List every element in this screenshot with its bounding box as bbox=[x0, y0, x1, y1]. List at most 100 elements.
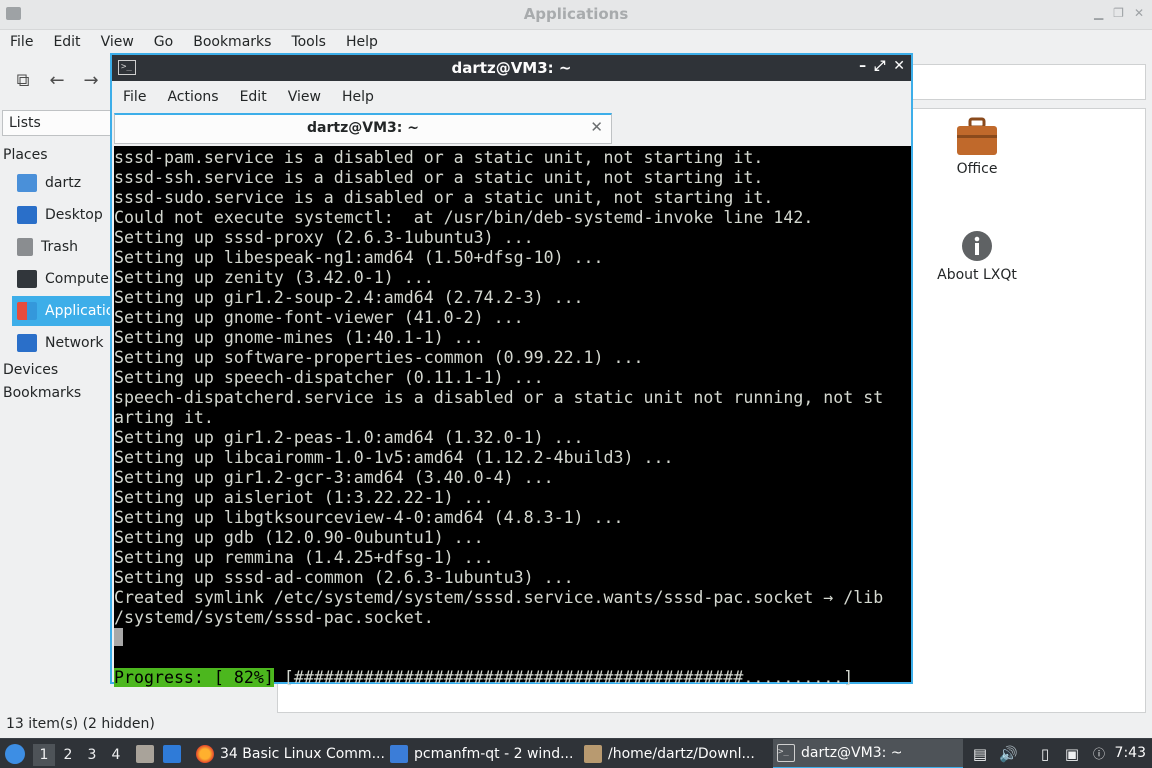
sidebar-item-label: Desktop bbox=[45, 207, 103, 223]
back-icon[interactable]: ← bbox=[46, 70, 68, 92]
start-menu-icon[interactable] bbox=[5, 744, 25, 764]
app-item-about-lxqt[interactable]: About LXQt bbox=[917, 229, 1037, 283]
terminal-window-title: dartz@VM3: ~ bbox=[451, 59, 572, 77]
maximize-icon[interactable]: ❐ bbox=[1113, 6, 1124, 20]
status-bar: 13 item(s) (2 hidden) bbox=[6, 716, 155, 732]
workspace-2[interactable]: 2 bbox=[57, 744, 79, 766]
computer-icon bbox=[17, 270, 37, 288]
notification-icon[interactable]: ⓘ bbox=[1090, 745, 1108, 763]
terminal-line: Setting up sssd-ad-common (2.6.3-1ubuntu… bbox=[114, 568, 574, 587]
terminal-line: Setting up libgtksourceview-4-0:amd64 (4… bbox=[114, 508, 624, 527]
clipboard-tray-icon[interactable]: ▤ bbox=[971, 745, 989, 763]
terminal-tab[interactable]: dartz@VM3: ~ ✕ bbox=[114, 113, 612, 144]
terminal-line: Setting up gnome-font-viewer (41.0-2) ..… bbox=[114, 308, 524, 327]
minimize-icon[interactable]: ▁ bbox=[1094, 6, 1103, 20]
volume-icon[interactable]: 🔊 bbox=[999, 745, 1018, 763]
minimize-icon[interactable]: – bbox=[859, 58, 866, 74]
fm-sidebar: Lists Places dartz Desktop Trash Compute… bbox=[0, 108, 112, 708]
terminal-line: sssd-pam.service is a disabled or a stat… bbox=[114, 148, 764, 167]
trash-icon bbox=[17, 238, 33, 256]
task-label: pcmanfm-qt - 2 wind... bbox=[414, 746, 574, 762]
terminal-line: Setting up gir1.2-gcr-3:amd64 (3.40.0-4)… bbox=[114, 468, 554, 487]
terminal-line: Setting up gnome-mines (1:40.1-1) ... bbox=[114, 328, 484, 347]
sidebar-item-applications[interactable]: Applications bbox=[12, 296, 112, 326]
maximize-icon[interactable]: ⤢ bbox=[874, 58, 885, 74]
terminal-line: Setting up remmina (1.4.25+dfsg-1) ... bbox=[114, 548, 494, 567]
close-icon[interactable]: ✕ bbox=[1134, 6, 1144, 20]
home-folder-icon bbox=[17, 174, 37, 192]
clock[interactable]: 7:43 bbox=[1115, 745, 1146, 761]
terminal-line: sssd-sudo.service is a disabled or a sta… bbox=[114, 188, 774, 207]
fm-window-title: Applications bbox=[523, 5, 629, 23]
sidebar-item-label: Network bbox=[45, 335, 104, 351]
term-menu-actions[interactable]: Actions bbox=[156, 81, 228, 113]
terminal-window: >_ dartz@VM3: ~ – ⤢ ✕ File Actions Edit … bbox=[110, 53, 913, 687]
show-desktop-icon[interactable] bbox=[163, 745, 181, 763]
sidebar-item-trash[interactable]: Trash bbox=[12, 232, 112, 262]
app-item-label: About LXQt bbox=[937, 267, 1017, 283]
terminal-line: Setting up gir1.2-peas-1.0:amd64 (1.32.0… bbox=[114, 428, 584, 447]
menu-file[interactable]: File bbox=[0, 30, 43, 56]
menu-edit[interactable]: Edit bbox=[43, 30, 90, 56]
terminal-line: Setting up libcairomm-1.0-1v5:amd64 (1.1… bbox=[114, 448, 674, 467]
task-archive[interactable]: /home/dartz/Downl... bbox=[580, 739, 770, 768]
workspace-3[interactable]: 3 bbox=[81, 744, 103, 766]
terminal-line: Could not execute systemctl: at /usr/bin… bbox=[114, 208, 814, 227]
tab-close-icon[interactable]: ✕ bbox=[590, 118, 603, 136]
term-menu-view[interactable]: View bbox=[277, 81, 331, 113]
sidebar-view-selector[interactable]: Lists bbox=[2, 110, 112, 136]
briefcase-icon bbox=[957, 117, 997, 155]
terminal-output[interactable]: sssd-pam.service is a disabled or a stat… bbox=[114, 146, 911, 687]
network-icon bbox=[17, 334, 37, 352]
sidebar-item-computer[interactable]: Computer bbox=[12, 264, 112, 294]
taskbar: 1 2 3 4 34 Basic Linux Comm... pcmanfm-q… bbox=[0, 738, 1152, 768]
sidebar-item-network[interactable]: Network bbox=[12, 328, 112, 358]
workspace-1[interactable]: 1 bbox=[33, 744, 55, 766]
terminal-line: Setting up libespeak-ng1:amd64 (1.50+dfs… bbox=[114, 248, 604, 267]
terminal-line: Setting up zenity (3.42.0-1) ... bbox=[114, 268, 434, 287]
progress-bar: [#######################################… bbox=[273, 668, 854, 687]
terminal-line: arting it. bbox=[114, 408, 214, 427]
fm-titlebar[interactable]: Applications ▁ ❐ ✕ bbox=[0, 0, 1152, 30]
network-tray-icon[interactable]: ▣ bbox=[1063, 745, 1081, 763]
progress-label: Progress: [ 82%] bbox=[114, 668, 274, 687]
sidebar-item-desktop[interactable]: Desktop bbox=[12, 200, 112, 230]
path-bar[interactable] bbox=[900, 64, 1146, 100]
sidebar-item-label: Computer bbox=[45, 271, 112, 287]
terminal-line: Setting up gdb (12.0.90-0ubuntu1) ... bbox=[114, 528, 484, 547]
notes-tray-icon[interactable]: ▯ bbox=[1036, 745, 1054, 763]
sidebar-item-label: Applications bbox=[45, 303, 112, 319]
terminal-cursor bbox=[114, 628, 123, 646]
info-icon bbox=[962, 231, 992, 261]
file-manager-launcher-icon[interactable] bbox=[136, 745, 154, 763]
close-icon[interactable]: ✕ bbox=[893, 58, 905, 74]
archive-icon bbox=[584, 745, 602, 763]
devices-header[interactable]: Devices bbox=[3, 362, 58, 378]
task-terminal[interactable]: >_ dartz@VM3: ~ bbox=[773, 739, 963, 768]
terminal-line: sssd-ssh.service is a disabled or a stat… bbox=[114, 168, 764, 187]
new-window-icon[interactable]: ⧉ bbox=[12, 70, 34, 92]
terminal-line: Created symlink /etc/systemd/system/sssd… bbox=[114, 588, 884, 607]
task-pcmanfm[interactable]: pcmanfm-qt - 2 wind... bbox=[386, 739, 576, 768]
terminal-line: Setting up sssd-proxy (2.6.3-1ubuntu3) .… bbox=[114, 228, 534, 247]
sidebar-item-label: dartz bbox=[45, 175, 82, 191]
terminal-cursor-line bbox=[114, 628, 911, 648]
places-header: Places bbox=[3, 147, 48, 163]
bookmarks-header[interactable]: Bookmarks bbox=[3, 385, 81, 401]
task-label: 34 Basic Linux Comm... bbox=[220, 746, 384, 762]
workspace-4[interactable]: 4 bbox=[105, 744, 127, 766]
terminal-line: Setting up aisleriot (1:3.22.22-1) ... bbox=[114, 488, 494, 507]
terminal-line: Setting up software-properties-common (0… bbox=[114, 348, 644, 367]
term-menu-edit[interactable]: Edit bbox=[229, 81, 277, 113]
forward-icon[interactable]: → bbox=[80, 70, 102, 92]
terminal-titlebar[interactable]: >_ dartz@VM3: ~ – ⤢ ✕ bbox=[112, 55, 911, 81]
term-menu-file[interactable]: File bbox=[112, 81, 156, 113]
task-firefox[interactable]: 34 Basic Linux Comm... bbox=[192, 739, 384, 768]
terminal-line: speech-dispatcherd.service is a disabled… bbox=[114, 388, 884, 407]
folder-icon bbox=[390, 745, 408, 763]
app-item-office[interactable]: Office bbox=[917, 117, 1037, 177]
desktop-icon bbox=[17, 206, 37, 224]
term-menu-help[interactable]: Help bbox=[331, 81, 384, 113]
sidebar-item-home[interactable]: dartz bbox=[12, 168, 112, 198]
